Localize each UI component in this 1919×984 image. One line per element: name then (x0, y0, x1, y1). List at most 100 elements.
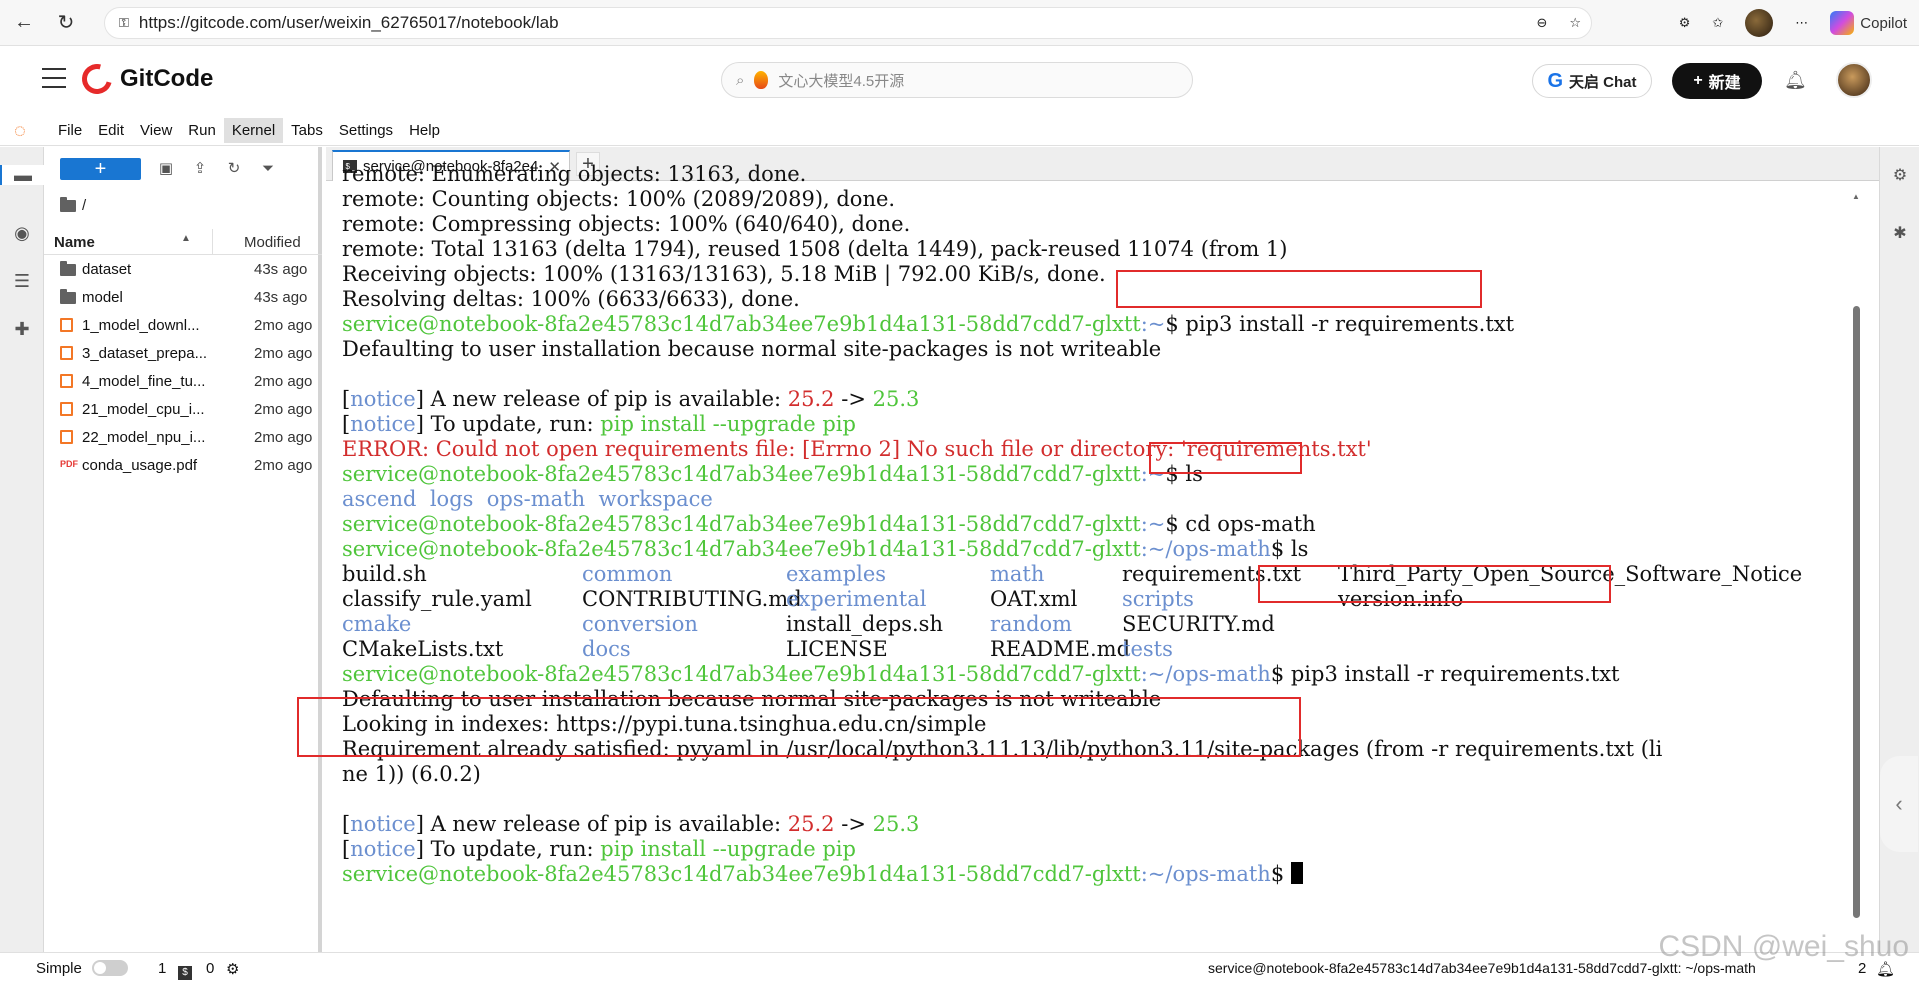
file-modified: 2mo ago (254, 373, 313, 390)
prompt-path: :~ (1140, 512, 1166, 536)
terminal-scrollbar[interactable]: ▲ (1851, 192, 1861, 944)
gitcode-logo-text: GitCode (120, 65, 214, 92)
terminal-line: remote: Counting objects: 100% (2089/208… (342, 187, 896, 211)
table-of-contents-icon[interactable]: ☰ (12, 271, 32, 291)
running-sessions-icon[interactable]: ◉ (12, 223, 32, 243)
menu-run[interactable]: Run (180, 118, 224, 143)
notebook-icon (60, 318, 73, 332)
filter-icon[interactable]: ⏷ (258, 159, 278, 179)
back-icon[interactable]: ← (6, 5, 42, 41)
upgrade-command: pip install --upgrade pip (600, 837, 856, 861)
upload-icon[interactable]: ⇪ (190, 159, 210, 179)
file-row[interactable]: 22_model_npu_i... 2mo ago (44, 425, 322, 451)
menu-tabs[interactable]: Tabs (283, 118, 331, 143)
ls-entry: SECURITY.md (1122, 612, 1275, 636)
ls-entry: conversion (582, 612, 698, 636)
sort-ascending-icon[interactable]: ▲ (181, 233, 191, 244)
file-modified: 43s ago (254, 289, 308, 306)
folder-icon (60, 289, 76, 304)
column-name-header[interactable]: Name (54, 234, 95, 251)
terminal-count[interactable]: 1 (158, 960, 166, 977)
terminal-notice-line: [notice] To update, run: pip install --u… (342, 837, 856, 861)
watermark: CSDN @wei_shuo (1658, 930, 1909, 963)
scroll-up-icon[interactable]: ▲ (1852, 192, 1860, 201)
file-row[interactable]: 4_model_fine_tu... 2mo ago (44, 369, 322, 395)
jupyter-logo-icon: ◌ (14, 119, 26, 142)
debugger-bug-icon[interactable]: ✱ (1891, 223, 1909, 242)
profile-avatar[interactable] (1745, 9, 1774, 37)
menu-file[interactable]: File (50, 118, 90, 143)
column-modified-header[interactable]: Modified (244, 234, 301, 251)
terminal-notice-line: [notice] A new release of pip is availab… (342, 387, 920, 411)
file-row[interactable]: 3_dataset_prepa... 2mo ago (44, 341, 322, 367)
menu-edit[interactable]: Edit (90, 118, 132, 143)
breadcrumb-path[interactable]: / (82, 197, 86, 214)
annotation-box (1149, 442, 1302, 474)
file-name: 3_dataset_prepa... (82, 345, 208, 362)
terminal-prompt-line: service@notebook-8fa2e45783c14d7ab34ee7e… (342, 662, 1620, 687)
bell-icon[interactable]: 🔔︎ (1784, 70, 1807, 91)
upgrade-command: pip install --upgrade pip (600, 412, 856, 436)
new-folder-icon[interactable]: ▣ (156, 159, 176, 179)
copilot-button[interactable]: Copilot (1830, 11, 1907, 35)
terminal-status-icon[interactable]: $ (178, 962, 192, 980)
more-icon[interactable]: ⋯ (1795, 15, 1808, 31)
collapse-chevron-icon[interactable]: ‹ (1880, 756, 1918, 852)
gitcode-logo-icon (76, 58, 118, 100)
copilot-icon (1830, 11, 1855, 35)
property-inspector-gear-icon[interactable]: ⚙ (1891, 165, 1909, 184)
reload-icon[interactable]: ↻ (48, 5, 84, 41)
favorites-icon[interactable]: ✩ (1712, 15, 1723, 31)
kernel-status-icon[interactable]: ⚙ (226, 960, 239, 978)
chat-logo-icon: G (1547, 69, 1564, 92)
tianqi-chat-button[interactable]: G 天启 Chat (1532, 64, 1652, 98)
file-browser-toolbar: + ▣ ⇪ ↻ ⏷ (44, 155, 322, 183)
site-info-icon[interactable]: ⚿ (119, 15, 129, 31)
notice-tag: notice (350, 412, 416, 436)
terminal[interactable]: remote: Enumerating objects: 13163, done… (297, 162, 1879, 952)
annotation-box (1116, 270, 1482, 308)
gitcode-logo[interactable]: GitCode (76, 58, 214, 100)
ls-entry: cmake (342, 612, 412, 636)
new-button[interactable]: + 新建 (1672, 63, 1762, 99)
zoom-icon[interactable]: ⊖ (1536, 15, 1547, 31)
menu-view[interactable]: View (132, 118, 180, 143)
file-browser-tab-icon[interactable]: ▬ (0, 165, 44, 185)
extensions-puzzle-icon[interactable]: ✚ (12, 319, 32, 339)
file-modified: 2mo ago (254, 317, 313, 334)
extensions-icon[interactable]: ⚙ (1679, 15, 1691, 31)
simple-mode-toggle[interactable] (92, 960, 128, 977)
breadcrumb[interactable]: / (60, 196, 86, 214)
column-divider[interactable] (212, 229, 213, 255)
refresh-icon[interactable]: ↻ (224, 159, 244, 179)
kernel-count[interactable]: 0 (206, 960, 214, 977)
hamburger-menu-icon[interactable] (42, 68, 66, 88)
new-launcher-button[interactable]: + (60, 158, 141, 180)
file-row[interactable]: model 43s ago (44, 285, 322, 311)
file-row[interactable]: 1_model_downl... 2mo ago (44, 313, 322, 339)
user-avatar[interactable] (1836, 62, 1872, 98)
file-name: model (82, 289, 123, 306)
ls-entry: tests (1122, 637, 1173, 661)
file-list-header: Name ▲ Modified (44, 229, 322, 255)
file-row[interactable]: 21_model_cpu_i... 2mo ago (44, 397, 322, 423)
address-bar[interactable]: ⚿ https://gitcode.com/user/weixin_627650… (104, 7, 1592, 39)
terminal-prompt-line: service@notebook-8fa2e45783c14d7ab34ee7e… (342, 462, 1203, 487)
folder-icon (60, 261, 76, 276)
menu-settings[interactable]: Settings (331, 118, 401, 143)
ls-entry: CMakeLists.txt (342, 637, 504, 661)
annotation-box (1258, 565, 1611, 603)
favorite-star-icon[interactable]: ☆ (1569, 15, 1581, 31)
search-placeholder: 文心大模型4.5开源 (778, 72, 905, 90)
file-row[interactable]: dataset 43s ago (44, 257, 322, 283)
file-row[interactable]: PDF conda_usage.pdf 2mo ago (44, 453, 322, 479)
url-text[interactable]: https://gitcode.com/user/weixin_62765017… (139, 13, 559, 33)
menu-help[interactable]: Help (401, 118, 448, 143)
notebook-icon (60, 402, 73, 416)
gitcode-header: GitCode ⌕ 文心大模型4.5开源 G 天启 Chat + 新建 🔔︎ (0, 46, 1919, 116)
search-input[interactable]: ⌕ 文心大模型4.5开源 (721, 62, 1193, 98)
menu-kernel[interactable]: Kernel (223, 118, 284, 143)
scroll-thumb[interactable] (1853, 306, 1860, 918)
pdf-icon: PDF (60, 459, 78, 469)
terminal-ls-line: ascend logs ops-math workspace (342, 487, 713, 512)
